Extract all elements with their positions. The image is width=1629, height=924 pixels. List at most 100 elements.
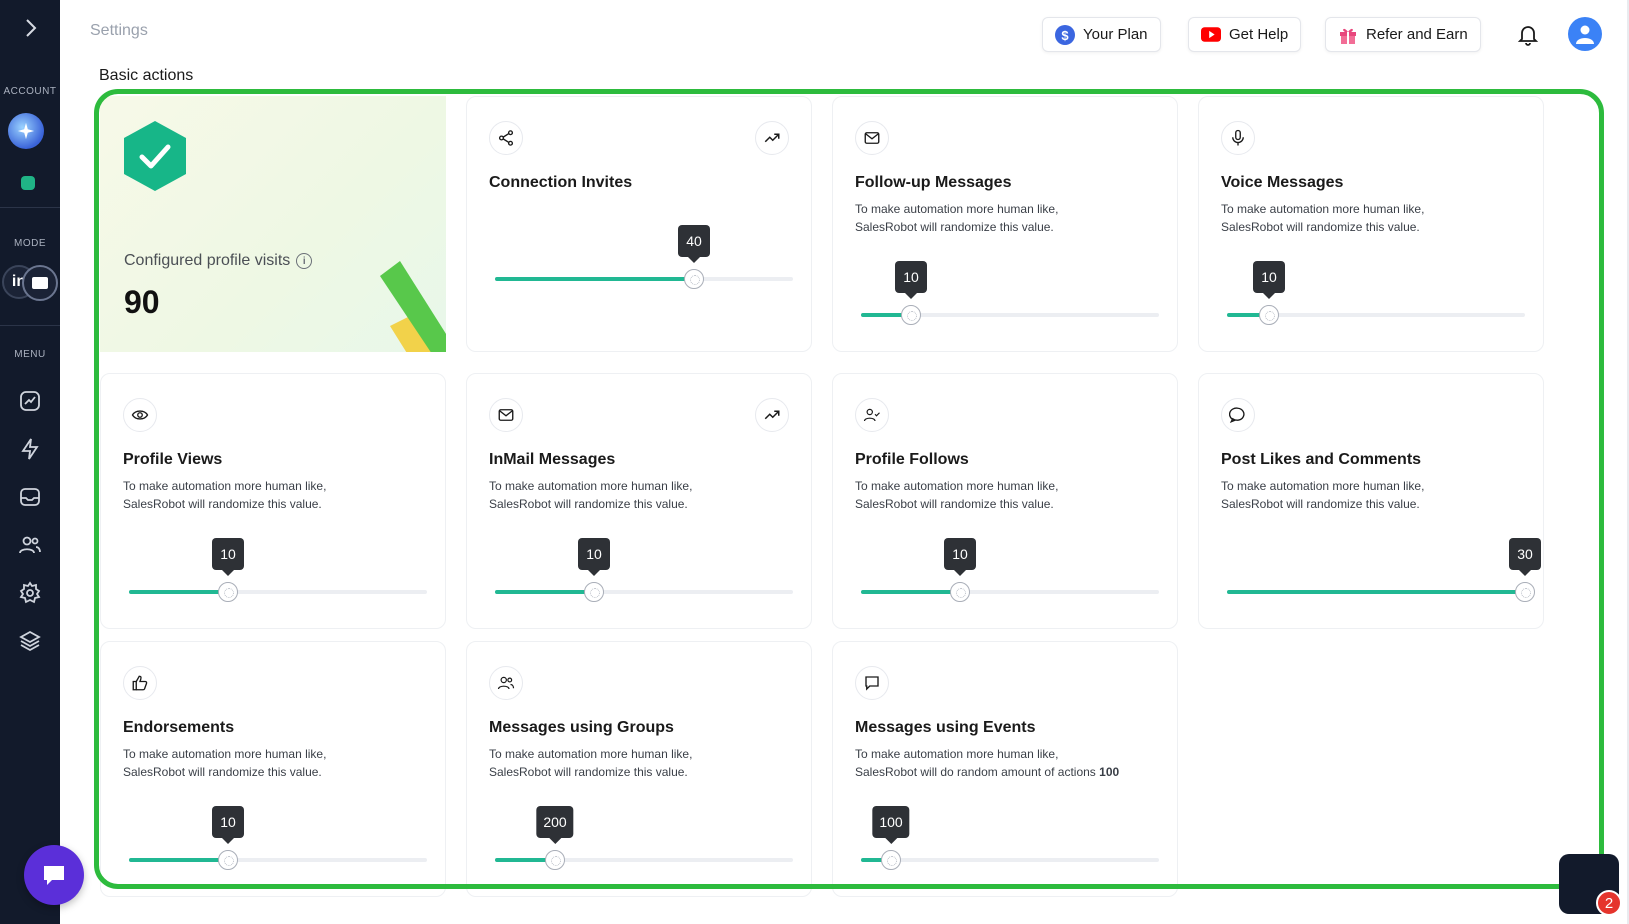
card-description-line: SalesRobot will randomize this value. [489,763,789,781]
group-icon [489,666,523,700]
trend-up-icon[interactable] [755,121,789,155]
slider-value-tooltip: 200 [536,806,574,844]
account-avatar[interactable] [8,113,44,149]
slider-knob[interactable] [545,850,565,870]
account-status-dot[interactable] [21,176,35,190]
card-description: To make automation more human like, Sale… [1221,477,1521,513]
action-card: Post Likes and Comments To make automati… [1198,373,1544,629]
comment-icon [1221,398,1255,432]
settings-gear-icon[interactable] [18,581,42,605]
email-mode-icon[interactable] [22,265,58,301]
page-title: Settings [90,22,148,39]
slider-fill [861,590,960,594]
card-description: To make automation more human like, Sale… [123,477,423,513]
card-title: Profile Views [123,451,223,468]
action-card: Messages using Events To make automation… [832,641,1178,897]
card-description-line: To make automation more human like, [855,747,1059,761]
chat-icon [44,866,64,885]
card-description: To make automation more human like, Sale… [489,745,789,781]
slider-value-tooltip: 10 [212,806,244,844]
sidebar: ACCOUNT MODE in MENU [0,0,60,924]
slider-knob[interactable] [584,582,604,602]
section-title: Basic actions [99,67,194,84]
inbox-icon[interactable] [18,485,42,509]
slider-knob[interactable] [684,269,704,289]
user-avatar[interactable] [1568,17,1602,51]
slider-knob[interactable] [218,582,238,602]
mode-switcher[interactable]: in [2,265,58,301]
slider-knob[interactable] [218,850,238,870]
sidebar-expand-icon[interactable] [24,18,38,38]
sidebar-section-account: ACCOUNT [3,86,57,97]
chat-support-button[interactable] [24,845,84,905]
card-description-line: SalesRobot will randomize this value. [123,495,423,513]
slider-value-tooltip: 10 [895,261,927,299]
get-help-button[interactable]: Get Help [1188,17,1302,52]
users-icon[interactable] [18,533,42,557]
user-check-icon [855,398,889,432]
layers-icon[interactable] [18,629,42,653]
card-title: InMail Messages [489,451,616,468]
slider-value-tooltip: 10 [1253,261,1285,299]
card-description-line: To make automation more human like, [123,747,327,761]
notification-bell-icon[interactable] [1516,22,1540,46]
action-card: Voice Messages To make automation more h… [1198,96,1544,352]
action-limit-slider[interactable]: 10 [1227,261,1525,325]
card-description-line: SalesRobot will randomize this value. [123,763,423,781]
card-description-text: SalesRobot will randomize this value. [489,765,688,779]
card-description-line: To make automation more human like, [855,202,1059,216]
slider-knob[interactable] [1259,305,1279,325]
slider-knob[interactable] [1515,582,1535,602]
configured-profile-visits-card: Configured profile visits i 90 [100,96,446,352]
slider-value-tooltip: 30 [1509,538,1541,576]
action-limit-slider[interactable]: 10 [495,538,793,602]
card-title: Voice Messages [1221,174,1344,191]
card-description-line: SalesRobot will randomize this value. [1221,495,1521,513]
sidebar-divider [0,325,60,326]
action-limit-slider[interactable]: 10 [861,261,1159,325]
refer-and-earn-button[interactable]: Refer and Earn [1325,17,1481,52]
lightning-icon[interactable] [18,437,42,461]
slider-value-tooltip: 10 [944,538,976,576]
card-description-text: SalesRobot will randomize this value. [855,497,1054,511]
action-limit-slider[interactable]: 10 [129,806,427,870]
card-title: Follow-up Messages [855,174,1012,191]
slider-knob[interactable] [901,305,921,325]
action-limit-slider[interactable]: 10 [129,538,427,602]
youtube-icon [1201,27,1221,42]
card-description-text: SalesRobot will randomize this value. [1221,497,1420,511]
card-description-value: 100 [1099,765,1120,779]
slider-knob[interactable] [950,582,970,602]
slider-fill [495,590,594,594]
card-description-line: To make automation more human like, [489,479,693,493]
sidebar-divider [0,207,60,208]
card-title: Profile Follows [855,451,969,468]
info-icon[interactable]: i [296,253,313,269]
action-limit-slider[interactable]: 30 [1227,538,1541,602]
your-plan-button[interactable]: $ Your Plan [1042,17,1161,52]
action-limit-slider[interactable]: 10 [861,538,1159,602]
sidebar-section-menu: MENU [14,349,46,360]
check-shield-icon [124,121,186,191]
action-limit-slider[interactable]: 100 [861,806,1159,870]
analytics-icon[interactable] [18,389,42,413]
action-limit-slider[interactable]: 200 [495,806,793,870]
thumbs-up-icon [123,666,157,700]
action-limit-slider[interactable]: 40 [495,225,793,289]
slider-value-tooltip: 100 [872,806,910,844]
card-description-line: To make automation more human like, [1221,202,1425,216]
slider-knob[interactable] [881,850,901,870]
card-title: Connection Invites [489,174,633,191]
card-description-line: To make automation more human like, [1221,479,1425,493]
refer-and-earn-label: Refer and Earn [1366,26,1468,43]
card-description: To make automation more human like, Sale… [489,477,789,513]
slider-value-tooltip: 10 [212,538,244,576]
gift-icon [1338,25,1358,45]
action-card: Profile Follows To make automation more … [832,373,1178,629]
decorative-stripes [380,261,446,352]
action-card: Messages using Groups To make automation… [466,641,812,897]
trend-up-icon[interactable] [755,398,789,432]
slider-fill [129,858,228,862]
card-description-text: SalesRobot will randomize this value. [123,765,322,779]
card-description-text: SalesRobot will randomize this value. [489,497,688,511]
